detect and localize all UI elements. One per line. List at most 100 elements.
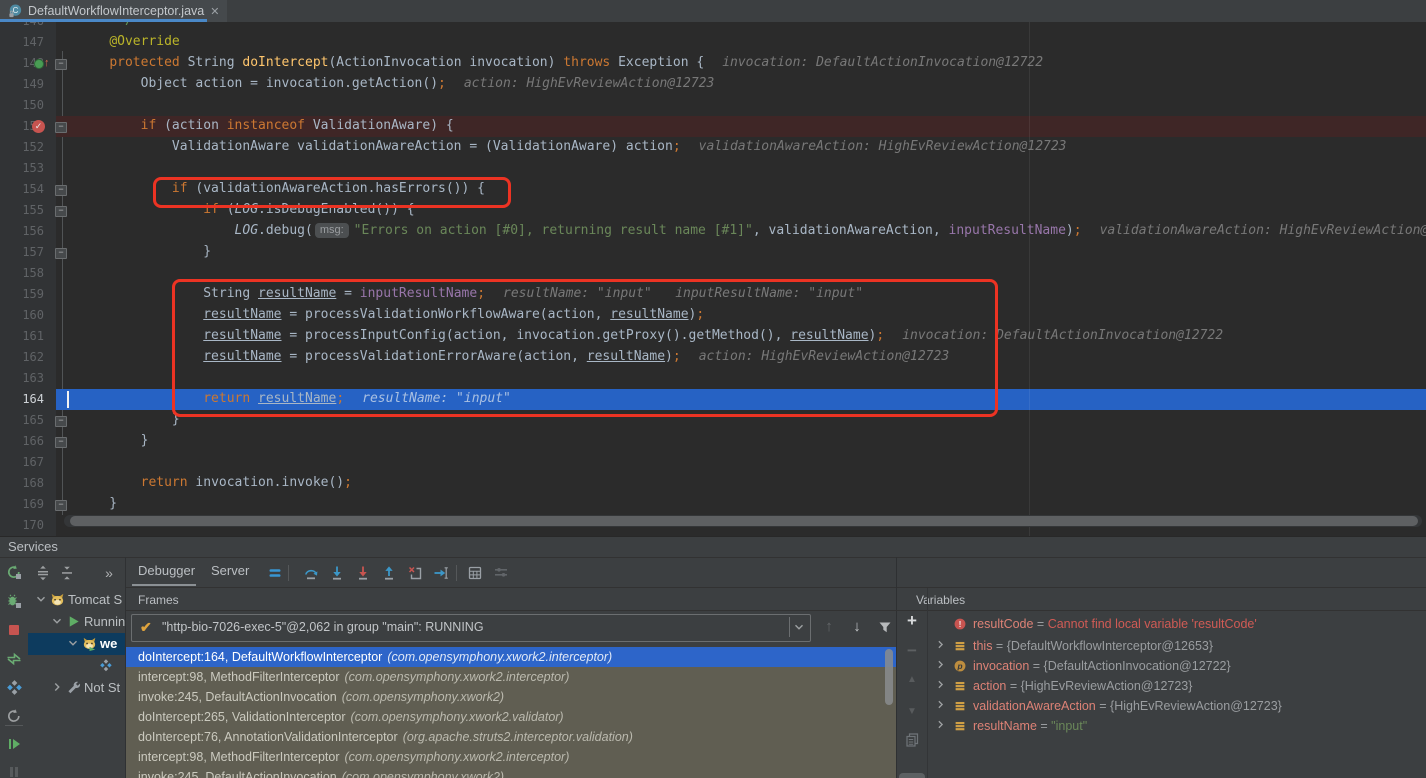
editor-line-156[interactable]: 156 LOG.debug(msg:"Errors on action [#0]… (0, 221, 1426, 242)
services-tree-item-we[interactable]: we (28, 633, 125, 655)
services-tool-window: Services » Tomcat SRunninweNot St Debugg… (0, 536, 1426, 778)
duplicate-watch-button[interactable] (903, 731, 921, 749)
tab-debugger[interactable]: Debugger (138, 563, 195, 578)
fold-collapse-icon[interactable]: − (55, 206, 67, 217)
show-watches-button[interactable] (900, 774, 924, 778)
chevron-down-icon[interactable] (34, 592, 48, 606)
more-actions-button[interactable]: » (100, 564, 118, 582)
editor-line-146[interactable]: 146 */ (0, 22, 1426, 32)
frame-location: doIntercept:76, AnnotationValidationInte… (138, 730, 398, 744)
restart-debug-button[interactable] (5, 592, 23, 610)
frames-scrollbar-thumb[interactable] (885, 649, 893, 705)
previous-frame-button[interactable]: ↑ (820, 618, 838, 636)
threads-view-button[interactable] (266, 564, 284, 582)
chevron-right-icon[interactable] (50, 680, 64, 694)
services-tree-item-tomcat-s[interactable]: Tomcat S (28, 589, 125, 611)
divider (456, 565, 457, 581)
move-watch-up-button[interactable]: ▲ (903, 671, 921, 689)
force-step-into-button[interactable] (354, 564, 372, 582)
variable-row-resultName[interactable]: resultName = "input" (931, 717, 1426, 737)
editor-line-152[interactable]: 152 ValidationAware validationAwareActio… (0, 137, 1426, 158)
editor-line-168[interactable]: 168 return invocation.invoke(); (0, 473, 1426, 494)
overriding-method-icon[interactable]: ↑ (34, 57, 50, 75)
drop-frame-button[interactable] (406, 564, 424, 582)
services-view-button[interactable] (5, 679, 23, 697)
expand-variable-icon[interactable] (934, 698, 948, 712)
next-frame-button[interactable]: ↓ (848, 618, 866, 636)
step-over-button[interactable] (302, 564, 320, 582)
evaluate-expression-button[interactable] (466, 564, 484, 582)
remove-watch-button[interactable]: − (903, 642, 921, 660)
line-number: 154 (0, 182, 44, 196)
editor-line-153[interactable]: 153 (0, 158, 1426, 179)
field-variable-icon (953, 679, 967, 693)
fold-collapse-icon[interactable]: − (55, 185, 67, 196)
new-watch-button[interactable]: + (903, 612, 921, 630)
editor-line-148[interactable]: 148↑− protected String doIntercept(Actio… (0, 53, 1426, 74)
editor-line-150[interactable]: 150 (0, 95, 1426, 116)
services-tree-item-not-st[interactable]: Not St (28, 677, 125, 699)
editor-line-157[interactable]: 157− } (0, 242, 1426, 263)
collapse-all-button[interactable] (58, 564, 76, 582)
thread-selector-dropdown[interactable]: ✔ "http-bio-7026-exec-5"@2,062 in group … (131, 614, 811, 642)
thread-status-check-icon: ✔ (140, 619, 152, 637)
editor-line-169[interactable]: 169− } (0, 494, 1426, 515)
run-to-cursor-button[interactable] (432, 564, 450, 582)
chevron-down-icon[interactable] (50, 614, 64, 628)
ide-window: C DefaultWorkflowInterceptor.java ✕ 146 … (0, 0, 1426, 778)
services-tree-item[interactable] (28, 655, 125, 677)
expand-all-button[interactable] (34, 564, 52, 582)
variable-row-resultCode[interactable]: !resultCode = Cannot find local variable… (931, 615, 1426, 635)
fold-end-icon[interactable]: − (55, 437, 67, 448)
pause-program-button[interactable] (5, 763, 23, 778)
expand-variable-icon[interactable] (934, 718, 948, 732)
restore-layout-button[interactable] (492, 564, 510, 582)
stack-frame-row[interactable]: intercept:98, MethodFilterInterceptor(co… (126, 667, 896, 687)
fold-end-icon[interactable]: − (55, 248, 67, 259)
fold-collapse-icon[interactable]: − (55, 122, 67, 133)
services-tree-item-runnin[interactable]: Runnin (28, 611, 125, 633)
tab-server[interactable]: Server (211, 563, 249, 578)
hide-frames-filter-button[interactable] (876, 618, 894, 636)
stack-frame-row[interactable]: intercept:98, MethodFilterInterceptor(co… (126, 747, 896, 767)
update-application-button[interactable] (5, 650, 23, 668)
step-into-button[interactable] (328, 564, 346, 582)
fold-collapse-icon[interactable]: − (55, 59, 67, 70)
stack-frame-row[interactable]: invoke:245, DefaultActionInvocation(com.… (126, 767, 896, 778)
fold-end-icon[interactable]: − (55, 500, 67, 511)
code-editor[interactable]: 146 */147 @Override148↑− protected Strin… (0, 22, 1426, 536)
refresh-button[interactable] (5, 707, 23, 725)
resume-program-button[interactable] (5, 735, 23, 753)
stop-button[interactable] (5, 621, 23, 639)
expand-variable-icon[interactable] (934, 658, 948, 672)
expand-variable-icon[interactable] (934, 678, 948, 692)
line-number: 147 (0, 35, 44, 49)
stack-frame-row[interactable]: doIntercept:164, DefaultWorkflowIntercep… (126, 647, 896, 667)
breakpoint-verified-icon[interactable]: ✓ (32, 120, 45, 133)
stack-frame-row[interactable]: invoke:245, DefaultActionInvocation(com.… (126, 687, 896, 707)
field-variable-icon (953, 719, 967, 733)
move-watch-down-button[interactable]: ▼ (903, 703, 921, 721)
editor-hscrollbar-thumb[interactable] (70, 516, 1418, 526)
editor-line-149[interactable]: 149 Object action = invocation.getAction… (0, 74, 1426, 95)
variable-row-invocation[interactable]: pinvocation = {DefaultActionInvocation@1… (931, 657, 1426, 677)
close-tab-icon[interactable]: ✕ (210, 5, 219, 18)
step-out-button[interactable] (380, 564, 398, 582)
debugger-panel: Debugger Server Frames ✔ "http-bio-7026-… (125, 557, 1426, 778)
rerun-button[interactable] (5, 563, 23, 581)
editor-line-147[interactable]: 147 @Override (0, 32, 1426, 53)
chevron-down-icon[interactable] (66, 636, 80, 650)
editor-line-151[interactable]: 151✓− if (action instanceof ValidationAw… (0, 116, 1426, 137)
editor-line-167[interactable]: 167 (0, 452, 1426, 473)
editor-line-166[interactable]: 166− } (0, 431, 1426, 452)
variable-row-validationAwareAction[interactable]: validationAwareAction = {HighEvReviewAct… (931, 697, 1426, 717)
variable-row-this[interactable]: this = {DefaultWorkflowInterceptor@12653… (931, 637, 1426, 657)
variable-row-action[interactable]: action = {HighEvReviewAction@12723} (931, 677, 1426, 697)
expand-variable-icon[interactable] (934, 638, 948, 652)
stack-frame-row[interactable]: doIntercept:76, AnnotationValidationInte… (126, 727, 896, 747)
stack-frame-row[interactable]: doIntercept:265, ValidationInterceptor(c… (126, 707, 896, 727)
fold-end-icon[interactable]: − (55, 416, 67, 427)
chevron-down-icon[interactable] (789, 617, 808, 637)
line-number: 162 (0, 350, 44, 364)
frame-location: invoke:245, DefaultActionInvocation (138, 770, 337, 778)
